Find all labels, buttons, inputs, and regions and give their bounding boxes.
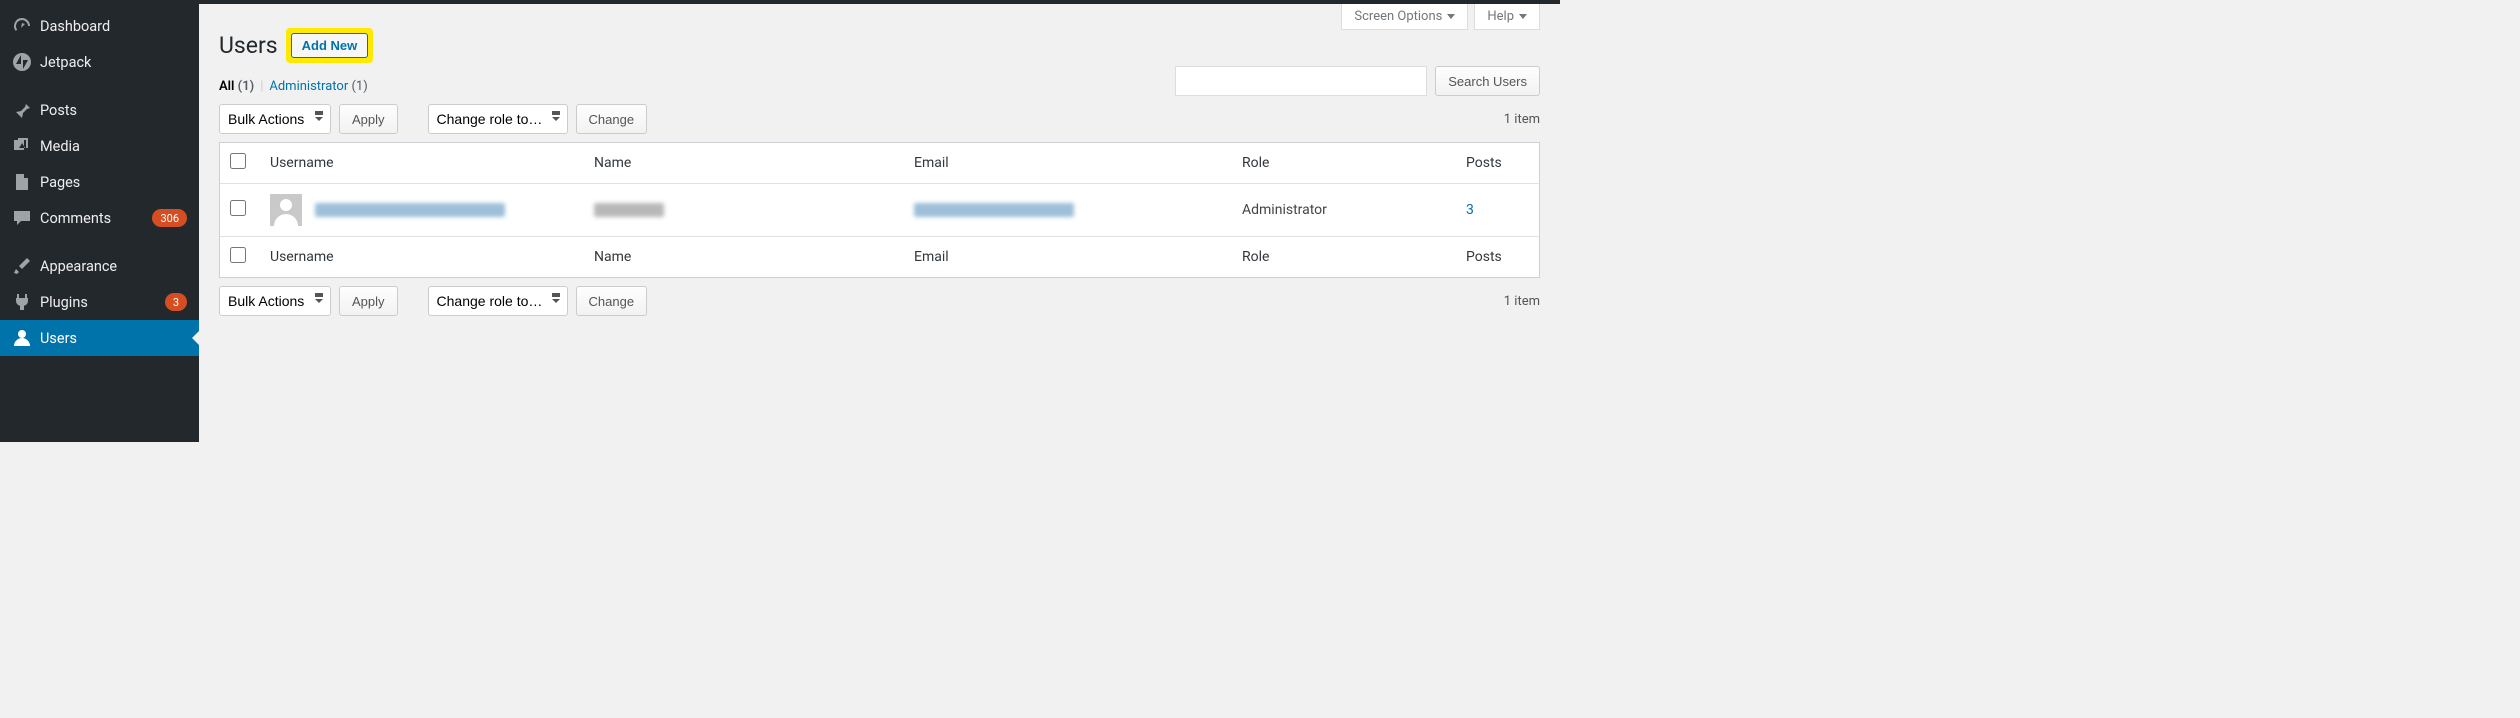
- sidebar-item-label: Plugins: [40, 294, 159, 311]
- sidebar-item-media[interactable]: Media: [0, 128, 199, 164]
- help-tab[interactable]: Help: [1474, 4, 1540, 30]
- col-role: Role: [1232, 143, 1456, 184]
- table-row: Administrator 3: [220, 184, 1539, 236]
- search-button[interactable]: Search Users: [1435, 66, 1540, 96]
- screen-options-label: Screen Options: [1354, 9, 1442, 24]
- sidebar-item-label: Comments: [40, 210, 146, 227]
- gauge-icon: [12, 16, 32, 36]
- screen-options-tab[interactable]: Screen Options: [1341, 4, 1468, 30]
- change-button[interactable]: Change: [576, 286, 648, 316]
- col-name: Name: [584, 236, 904, 277]
- sidebar-item-appearance[interactable]: Appearance: [0, 248, 199, 284]
- admin-sidebar: Dashboard Jetpack Posts Media Pages Comm…: [0, 0, 199, 442]
- col-email[interactable]: Email: [904, 143, 1232, 184]
- brush-icon: [12, 256, 32, 276]
- bulk-actions-select[interactable]: Bulk Actions: [219, 286, 331, 316]
- users-table: Username Name Email Role Posts: [219, 142, 1540, 278]
- sidebar-item-posts[interactable]: Posts: [0, 92, 199, 128]
- sidebar-item-label: Pages: [40, 174, 187, 191]
- user-role: Administrator: [1232, 184, 1456, 236]
- plugins-count-badge: 3: [165, 293, 187, 311]
- add-new-highlight: Add New: [286, 28, 374, 63]
- col-posts: Posts: [1456, 236, 1539, 277]
- col-email[interactable]: Email: [904, 236, 1232, 277]
- search-input[interactable]: [1175, 66, 1427, 96]
- filter-administrator[interactable]: Administrator (1): [269, 79, 367, 94]
- col-role: Role: [1232, 236, 1456, 277]
- select-all-checkbox[interactable]: [230, 247, 246, 263]
- sidebar-item-label: Users: [40, 330, 187, 347]
- chevron-down-icon: [1519, 14, 1527, 19]
- change-button[interactable]: Change: [576, 104, 648, 134]
- items-count: 1 item: [1504, 112, 1540, 127]
- sidebar-item-label: Posts: [40, 102, 187, 119]
- sidebar-item-label: Dashboard: [40, 18, 187, 35]
- col-username[interactable]: Username: [260, 143, 584, 184]
- items-count: 1 item: [1504, 294, 1540, 309]
- select-all-checkbox[interactable]: [230, 153, 246, 169]
- username-link[interactable]: [315, 203, 505, 217]
- row-checkbox[interactable]: [230, 200, 246, 216]
- user-icon: [12, 328, 32, 348]
- apply-button[interactable]: Apply: [339, 286, 398, 316]
- avatar: [270, 194, 302, 226]
- sidebar-item-comments[interactable]: Comments 306: [0, 200, 199, 236]
- sidebar-item-dashboard[interactable]: Dashboard: [0, 8, 199, 44]
- help-label: Help: [1487, 9, 1514, 24]
- sidebar-item-pages[interactable]: Pages: [0, 164, 199, 200]
- apply-button[interactable]: Apply: [339, 104, 398, 134]
- user-name: [594, 203, 664, 217]
- sidebar-item-plugins[interactable]: Plugins 3: [0, 284, 199, 320]
- pin-icon: [12, 100, 32, 120]
- add-new-button[interactable]: Add New: [291, 33, 369, 58]
- change-role-select[interactable]: Change role to…: [428, 104, 568, 134]
- comment-icon: [12, 208, 32, 228]
- media-icon: [12, 136, 32, 156]
- tablenav-bottom: Bulk Actions Apply Change role to… Chang…: [219, 286, 1540, 316]
- col-name: Name: [584, 143, 904, 184]
- chevron-down-icon: [1447, 14, 1455, 19]
- jetpack-icon: [12, 52, 32, 72]
- user-email[interactable]: [914, 203, 1074, 217]
- sidebar-item-users[interactable]: Users: [0, 320, 199, 356]
- screen-meta: Screen Options Help: [1341, 4, 1540, 30]
- page-heading: Users Add New: [219, 28, 1540, 63]
- sidebar-item-jetpack[interactable]: Jetpack: [0, 44, 199, 80]
- change-role-select[interactable]: Change role to…: [428, 286, 568, 316]
- comments-count-badge: 306: [152, 209, 187, 227]
- search-box: Search Users: [1175, 66, 1540, 96]
- page-title: Users: [219, 32, 278, 59]
- bulk-actions-select[interactable]: Bulk Actions: [219, 104, 331, 134]
- sidebar-item-label: Media: [40, 138, 187, 155]
- page-icon: [12, 172, 32, 192]
- sidebar-item-label: Appearance: [40, 258, 187, 275]
- tablenav-top: Bulk Actions Apply Change role to… Chang…: [219, 104, 1540, 134]
- filter-all[interactable]: All (1): [219, 79, 254, 94]
- sidebar-item-label: Jetpack: [40, 54, 187, 71]
- main-content: Screen Options Help Users Add New All (1…: [199, 0, 1560, 442]
- col-username[interactable]: Username: [260, 236, 584, 277]
- plug-icon: [12, 292, 32, 312]
- posts-link[interactable]: 3: [1466, 202, 1474, 218]
- col-posts: Posts: [1456, 143, 1539, 184]
